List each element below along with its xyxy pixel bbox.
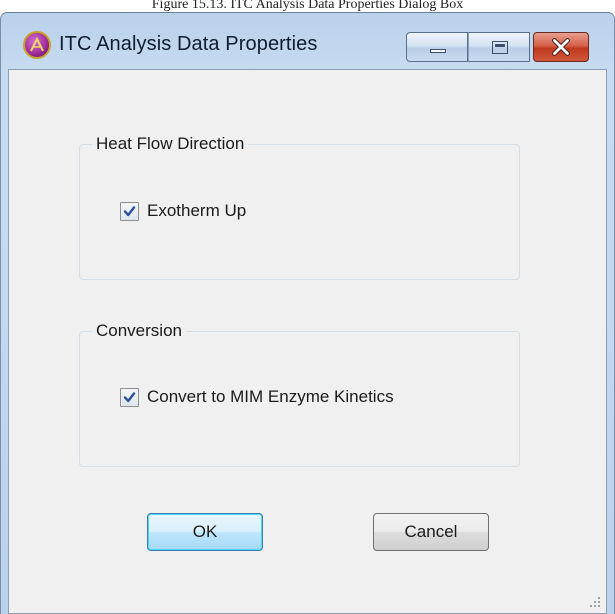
window-title: ITC Analysis Data Properties: [59, 33, 318, 55]
maximize-button[interactable]: [468, 32, 530, 62]
checkmark-icon: [123, 205, 136, 216]
conversion-group: Conversion Convert to MIM Enzyme Kinetic…: [79, 320, 520, 467]
title-bar[interactable]: ITC Analysis Data Properties: [1, 13, 614, 69]
figure-caption: Figure 15.13. ITC Analysis Data Properti…: [151, 0, 464, 12]
minimize-button[interactable]: [406, 32, 468, 62]
checkmark-icon: [123, 391, 136, 402]
itc-app-icon: [23, 31, 51, 59]
convert-mim-checkbox[interactable]: [120, 387, 139, 407]
dialog-client-area: Heat Flow Direction Exotherm Up Conversi…: [8, 69, 607, 614]
dialog-window: ITC Analysis Data Properties Heat Flow D…: [0, 12, 615, 614]
minimize-icon: [430, 49, 446, 53]
resize-grip-icon[interactable]: [588, 595, 602, 609]
close-icon: [552, 38, 570, 56]
heat-flow-direction-group: Heat Flow Direction Exotherm Up: [79, 133, 520, 280]
exotherm-up-option[interactable]: Exotherm Up: [120, 201, 246, 221]
close-button[interactable]: [533, 32, 589, 62]
ok-button[interactable]: OK: [147, 513, 263, 551]
convert-mim-option[interactable]: Convert to MIM Enzyme Kinetics: [120, 387, 394, 407]
heat-flow-direction-title: Heat Flow Direction: [92, 133, 249, 155]
cancel-button[interactable]: Cancel: [373, 513, 489, 551]
exotherm-up-label[interactable]: Exotherm Up: [147, 201, 246, 221]
conversion-title: Conversion: [92, 320, 186, 342]
convert-mim-label[interactable]: Convert to MIM Enzyme Kinetics: [147, 387, 394, 407]
maximize-icon: [492, 41, 508, 54]
exotherm-up-checkbox[interactable]: [120, 201, 139, 221]
